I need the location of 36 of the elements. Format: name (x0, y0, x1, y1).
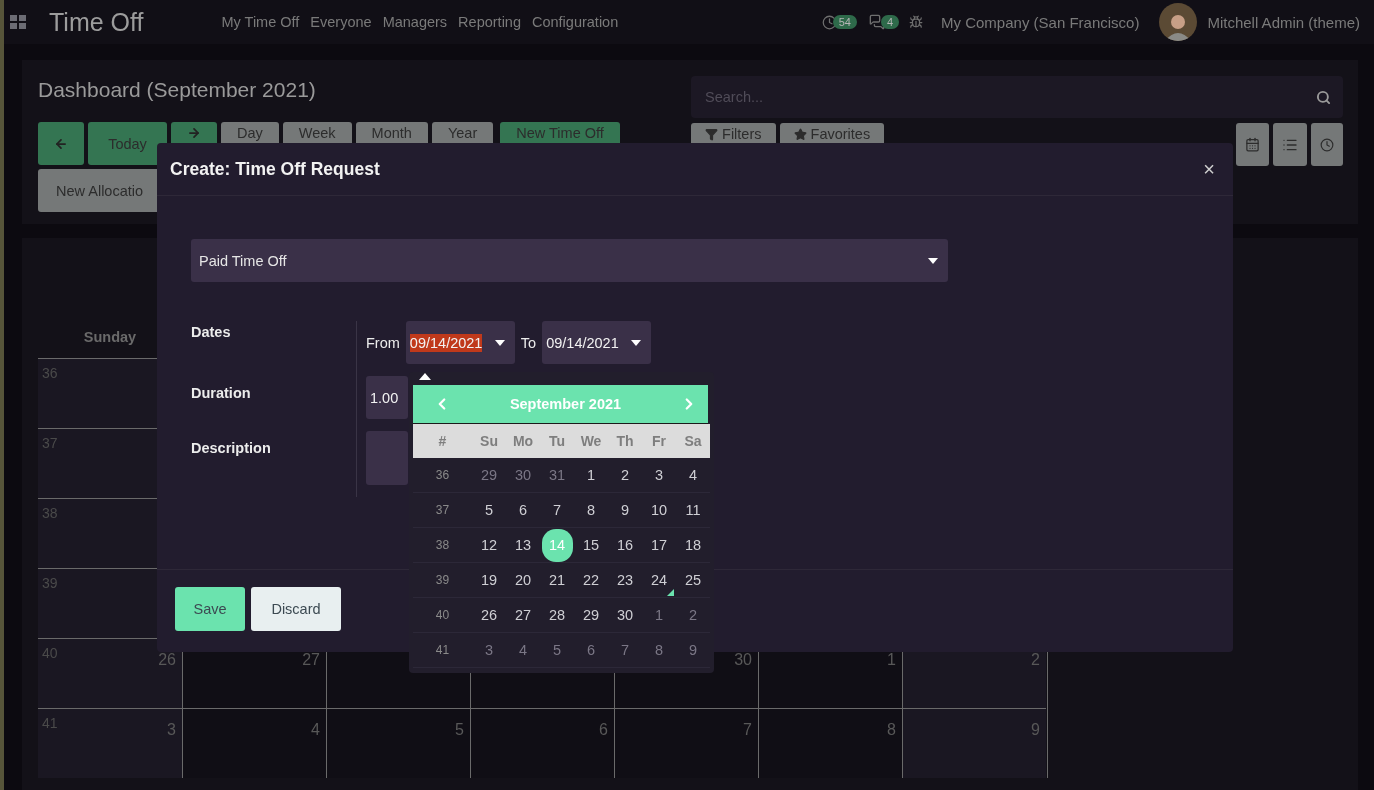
field-label: Duration (191, 384, 252, 403)
day-number: 3 (167, 721, 176, 739)
day-number: 8 (887, 721, 896, 739)
from-label: From (366, 334, 400, 351)
weekday-header: Tu (548, 433, 566, 449)
week-column-header: # (438, 433, 447, 449)
weekday-header: We (580, 433, 602, 449)
day-number: 2 (1031, 651, 1040, 669)
week-number: 38 (435, 538, 450, 552)
weekday-header: Su (480, 433, 498, 449)
day-number: 1 (887, 651, 896, 669)
week-number: 40 (435, 608, 450, 622)
day-number: 7 (743, 721, 752, 739)
day-number: 27 (302, 651, 320, 669)
day-number: 26 (158, 651, 176, 669)
week-number: 37 (435, 503, 450, 517)
week-number: 36 (435, 468, 450, 482)
field-label: Dates (191, 323, 232, 342)
day-number: 5 (455, 721, 464, 739)
weekday-header: Sa (684, 433, 702, 449)
weekday-header: Sunday (83, 329, 137, 345)
week-number: 39 (435, 573, 450, 587)
message-count: 4 (880, 15, 900, 29)
weekday-header: Th (616, 433, 634, 449)
day-number: 30 (734, 651, 752, 669)
week-number: 41 (435, 643, 450, 657)
to-label: To (520, 334, 537, 351)
day-number: 9 (1031, 721, 1040, 739)
weekday-header: Mo (512, 433, 534, 449)
field-label: Description (191, 439, 272, 458)
day-number: 6 (599, 721, 608, 739)
day-number: 4 (311, 721, 320, 739)
activity-count: 54 (832, 15, 857, 29)
app-title: Time Off (49, 7, 144, 37)
page-title: Dashboard (September 2021) (38, 77, 317, 103)
weekday-header: Fr (652, 433, 666, 449)
